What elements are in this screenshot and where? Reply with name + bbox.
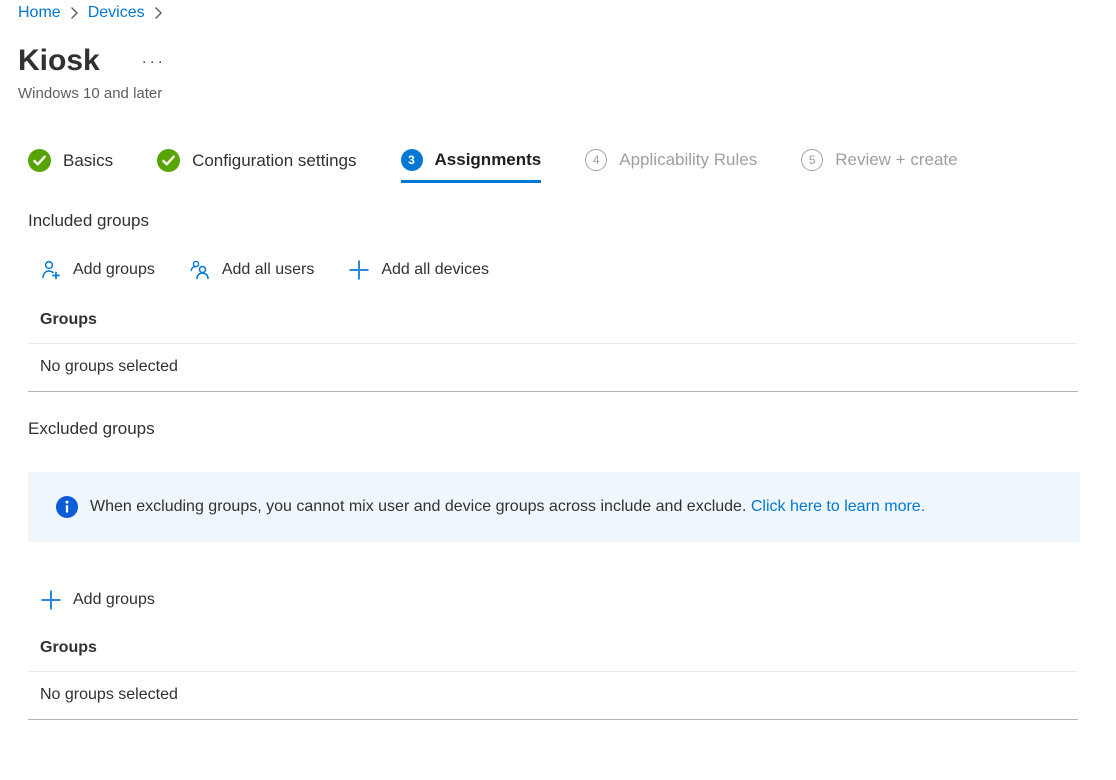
divider <box>28 719 1078 720</box>
people-icon <box>189 259 211 281</box>
tab-label: Applicability Rules <box>619 150 757 170</box>
breadcrumb-link-home[interactable]: Home <box>18 4 61 22</box>
excluded-groups-toolbar: Add groups <box>40 589 1116 611</box>
excluded-groups-heading: Excluded groups <box>28 419 1116 439</box>
page-subtitle: Windows 10 and later <box>18 85 1116 102</box>
breadcrumb-link-devices[interactable]: Devices <box>88 4 145 22</box>
check-circle-icon <box>28 149 51 172</box>
more-options-button[interactable]: ··· <box>140 50 168 73</box>
step-number-badge: 3 <box>401 149 423 171</box>
wizard-tabs: Basics Configuration settings 3 Assignme… <box>28 149 1116 184</box>
tab-label: Assignments <box>435 150 542 170</box>
divider <box>28 391 1078 392</box>
assignments-page: Home Devices Kiosk ··· Windows 10 and la… <box>0 0 1116 780</box>
empty-groups-row: No groups selected <box>28 672 1078 719</box>
excluded-groups-table: Groups No groups selected <box>28 639 1078 720</box>
learn-more-link[interactable]: Click here to learn more. <box>751 498 925 515</box>
add-groups-button[interactable]: Add groups <box>40 589 155 611</box>
step-number-badge: 4 <box>585 149 607 171</box>
groups-column-header: Groups <box>28 639 1078 671</box>
included-groups-heading: Included groups <box>28 211 1116 231</box>
check-circle-icon <box>157 149 180 172</box>
plus-icon <box>348 259 370 281</box>
tab-applicability-rules[interactable]: 4 Applicability Rules <box>585 149 757 183</box>
add-all-devices-button[interactable]: Add all devices <box>348 259 489 281</box>
breadcrumb: Home Devices <box>0 0 1116 22</box>
included-groups-toolbar: Add groups Add all users Add all devices <box>40 259 1116 281</box>
included-groups-table: Groups No groups selected <box>28 311 1078 392</box>
groups-column-header: Groups <box>28 311 1078 343</box>
toolbar-button-label: Add groups <box>73 591 155 609</box>
toolbar-button-label: Add groups <box>73 261 155 279</box>
info-banner: When excluding groups, you cannot mix us… <box>28 472 1080 542</box>
empty-groups-row: No groups selected <box>28 344 1078 391</box>
tab-assignments[interactable]: 3 Assignments <box>401 149 542 183</box>
step-number-badge: 5 <box>801 149 823 171</box>
add-groups-button[interactable]: Add groups <box>40 259 155 281</box>
page-title: Kiosk <box>18 44 100 78</box>
tab-label: Configuration settings <box>192 151 356 171</box>
person-add-icon <box>40 259 62 281</box>
plus-icon <box>40 589 62 611</box>
toolbar-button-label: Add all users <box>222 261 315 279</box>
page-header: Kiosk ··· <box>18 44 1116 78</box>
info-banner-message: When excluding groups, you cannot mix us… <box>90 498 746 515</box>
tab-label: Review + create <box>835 150 957 170</box>
add-all-users-button[interactable]: Add all users <box>189 259 315 281</box>
tab-label: Basics <box>63 151 113 171</box>
tab-review-create[interactable]: 5 Review + create <box>801 149 957 183</box>
info-icon <box>56 496 78 518</box>
info-banner-text: When excluding groups, you cannot mix us… <box>90 498 925 516</box>
tab-configuration-settings[interactable]: Configuration settings <box>157 149 356 184</box>
toolbar-button-label: Add all devices <box>381 261 489 279</box>
chevron-right-icon <box>70 6 79 20</box>
chevron-right-icon <box>154 6 163 20</box>
tab-basics[interactable]: Basics <box>28 149 113 184</box>
